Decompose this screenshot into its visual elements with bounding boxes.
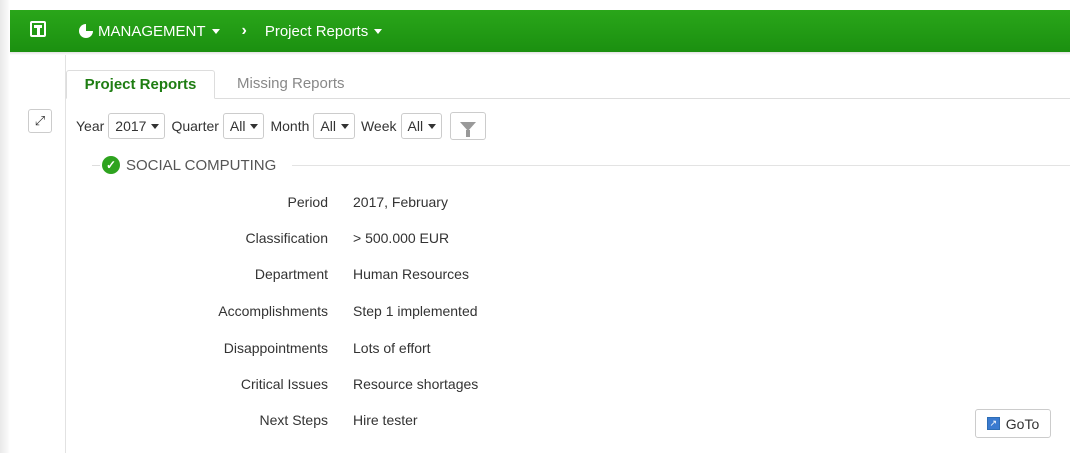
field-value: Lots of effort [353, 340, 431, 356]
check-circle-icon: ✓ [102, 156, 120, 174]
week-value: All [407, 118, 424, 134]
field-value: Step 1 implemented [353, 303, 478, 319]
report-field-disappointments: Disappointments Lots of effort [100, 340, 520, 360]
top-navigation-bar: MANAGEMENT › Project Reports [10, 10, 1070, 52]
field-label: Critical Issues [240, 376, 328, 392]
quarter-label: Quarter [171, 118, 219, 134]
goto-button[interactable]: ↗ GoTo [975, 409, 1051, 438]
week-label: Week [360, 118, 397, 134]
goto-label: GoTo [1005, 415, 1040, 432]
chevron-right-icon: › [241, 22, 247, 39]
field-label: Accomplishments [218, 303, 328, 319]
section-header: ✓ SOCIAL COMPUTING [102, 156, 276, 174]
app-logo-icon[interactable] [30, 21, 46, 37]
quarter-value: All [229, 118, 246, 134]
report-tabs: Project Reports Missing Reports [66, 70, 1070, 99]
field-label: Next Steps [259, 412, 328, 428]
report-field-next-steps: Next Steps Hire tester [100, 412, 520, 432]
report-field-department: Department Human Resources [100, 266, 520, 286]
section-divider-right [292, 165, 1070, 166]
external-link-icon: ↗ [986, 417, 1000, 430]
year-select[interactable]: 2017 [108, 113, 166, 139]
month-select[interactable]: All [313, 113, 355, 139]
sidebar-divider [65, 55, 66, 453]
month-label: Month [270, 118, 310, 134]
tab-missing-reports[interactable]: Missing Reports [237, 70, 345, 98]
year-label: Year [76, 118, 105, 134]
section-divider-left [92, 165, 100, 166]
chevron-down-icon [151, 123, 160, 129]
year-value: 2017 [115, 118, 147, 134]
month-value: All [320, 118, 336, 134]
project-reports-menu[interactable]: Project Reports [264, 22, 383, 40]
field-label: Classification [245, 230, 328, 246]
field-value: Hire tester [353, 412, 418, 428]
chevron-down-icon [250, 123, 259, 129]
tab-project-reports[interactable]: Project Reports [66, 70, 215, 99]
breadcrumb: MANAGEMENT › Project Reports [79, 10, 383, 52]
report-field-period: Period 2017, February [100, 194, 520, 214]
report-field-accomplishments: Accomplishments Step 1 implemented [100, 303, 520, 323]
pie-chart-icon [79, 24, 93, 38]
chevron-down-icon [428, 123, 437, 129]
management-menu[interactable]: MANAGEMENT [79, 23, 220, 40]
management-label: MANAGEMENT [98, 22, 206, 40]
field-label: Period [287, 194, 328, 210]
quarter-select[interactable]: All [222, 113, 265, 139]
report-field-critical-issues: Critical Issues Resource shortages [100, 376, 520, 396]
filter-button[interactable] [450, 112, 487, 140]
field-value: 2017, February [353, 194, 448, 210]
chevron-down-icon [374, 28, 383, 34]
chevron-down-icon [211, 28, 220, 34]
filter-bar: Year 2017 Quarter All Month All Week All [76, 112, 487, 140]
window-shadow [0, 0, 10, 453]
expand-button[interactable]: ⤢ [28, 109, 52, 133]
project-reports-label: Project Reports [264, 22, 369, 40]
field-value: > 500.000 EUR [353, 230, 450, 246]
topbar-shadow [10, 52, 1070, 55]
report-field-classification: Classification > 500.000 EUR [100, 230, 520, 250]
field-label: Department [254, 266, 328, 282]
field-value: Resource shortages [353, 376, 479, 392]
field-value: Human Resources [353, 266, 469, 282]
week-select[interactable]: All [400, 113, 443, 139]
field-label: Disappointments [223, 340, 328, 356]
funnel-icon [460, 121, 477, 137]
chevron-down-icon [340, 123, 349, 129]
section-title: SOCIAL COMPUTING [126, 156, 277, 174]
expand-arrows-icon: ⤢ [34, 113, 46, 128]
